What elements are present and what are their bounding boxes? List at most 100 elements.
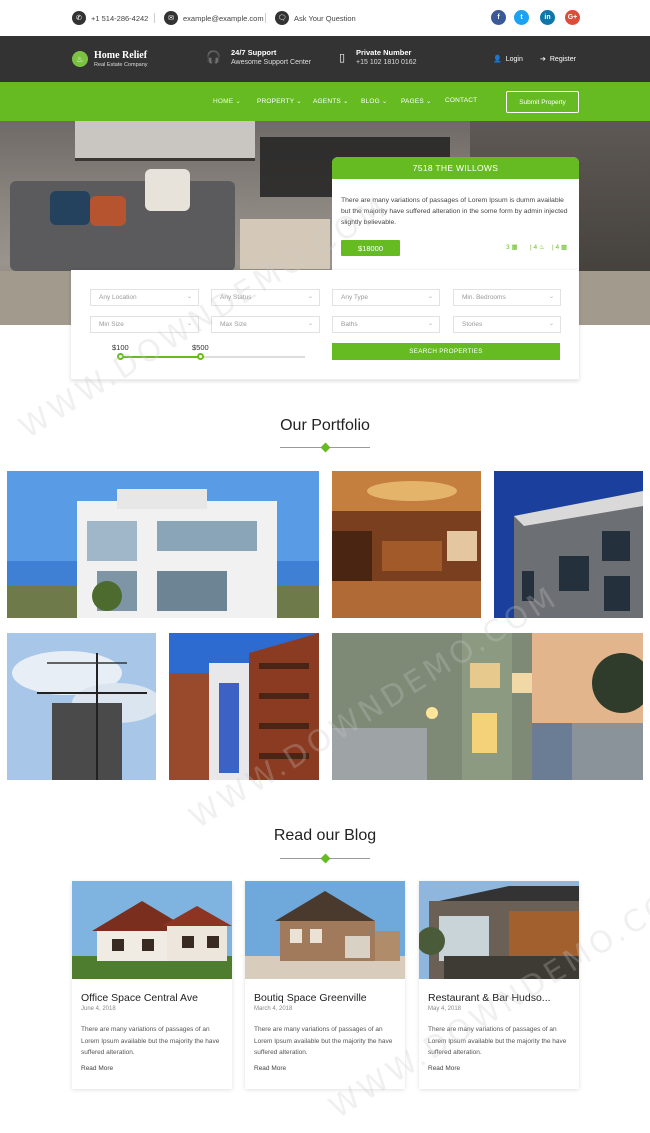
blog-post-title[interactable]: Restaurant & Bar Hudso...	[428, 992, 576, 1004]
price-range-min-handle[interactable]	[117, 353, 124, 360]
ask-question-link[interactable]: 🗨 Ask Your Question	[275, 10, 356, 26]
min-size-select[interactable]: Min Size ⌄	[90, 316, 199, 333]
featured-property-card[interactable]: 7518 THE WILLOWS There are many variatio…	[332, 157, 579, 270]
logo-title[interactable]: Home Relief	[94, 50, 147, 61]
ask-question-label: Ask Your Question	[294, 13, 356, 23]
portfolio-title: Our Portfolio	[280, 417, 370, 434]
login-link[interactable]: 👤 Login	[493, 55, 523, 64]
user-icon: 👤	[493, 56, 502, 63]
bedrooms-select[interactable]: Min. Bedrooms ⌄	[453, 289, 561, 306]
phone-contact[interactable]: ✆ +1 514-286-4242	[72, 10, 148, 26]
blog-post-excerpt: There are many variations of passages of…	[254, 1026, 393, 1056]
title-diamond	[320, 853, 331, 864]
nav-agents[interactable]: AGENTS ⌄	[313, 97, 349, 105]
chevron-down-icon: ⌄	[307, 321, 313, 327]
portfolio-image-interior-kitchen[interactable]	[332, 471, 481, 618]
property-price-button[interactable]: $18000	[341, 240, 400, 256]
type-select[interactable]: Any Type ⌄	[332, 289, 440, 306]
separator	[265, 13, 266, 23]
portfolio-image-white-villa[interactable]	[7, 471, 319, 618]
chevron-down-icon: ⌄	[186, 294, 192, 300]
status-select[interactable]: Any Status ⌄	[211, 289, 320, 306]
chevron-down-icon: ⌄	[307, 294, 313, 300]
hero-window	[75, 121, 255, 161]
chat-icon: 🗨	[275, 11, 289, 25]
sign-in-icon: ➔	[540, 56, 546, 63]
stories-select[interactable]: Stories ⌄	[453, 316, 561, 333]
nav-blog[interactable]: BLOG ⌄	[361, 97, 388, 105]
nav-home[interactable]: HOME ⌄	[213, 97, 241, 105]
register-label: Register	[549, 55, 576, 63]
baths-select[interactable]: Baths ⌄	[332, 316, 440, 333]
mobile-phone-icon: ▯	[339, 52, 346, 64]
portfolio-image-construction-cranes[interactable]	[7, 633, 156, 780]
property-title[interactable]: 7518 THE WILLOWS	[332, 157, 579, 179]
support-title: 24/7 Support	[231, 48, 277, 57]
blog-image-modern-restaurant[interactable]	[419, 881, 579, 979]
price-range-min-label: $100	[112, 343, 129, 352]
blog-card[interactable]: Office Space Central Ave June 4, 2018 Th…	[72, 881, 232, 1089]
logo-bell-icon[interactable]: ♨	[72, 51, 88, 67]
blog-post-title[interactable]: Boutiq Space Greenville	[254, 992, 402, 1004]
top-bar: ✆ +1 514-286-4242 ✉ example@example.com …	[0, 0, 650, 36]
twitter-icon[interactable]: t	[514, 10, 529, 25]
submit-property-button[interactable]: Submit Property	[506, 91, 579, 113]
read-more-link[interactable]: Read More	[81, 1065, 113, 1072]
bath-count: | 4 ♨	[530, 244, 545, 251]
private-number-value: +15 102 1810 0162	[356, 59, 417, 66]
login-label: Login	[505, 55, 523, 63]
portfolio-image-suburban-house[interactable]	[332, 633, 643, 780]
search-properties-button[interactable]: SEARCH PROPERTIES	[332, 343, 560, 360]
email-address: example@example.com	[183, 13, 264, 23]
google-plus-icon[interactable]: G+	[565, 10, 580, 25]
nav-property[interactable]: PROPERTY ⌄	[257, 97, 302, 105]
hero-sofa	[10, 181, 235, 271]
blog-post-date: March 4, 2018	[254, 1006, 293, 1012]
linkedin-icon[interactable]: in	[540, 10, 555, 25]
chevron-down-icon: ⌄	[186, 321, 192, 327]
price-range-max-label: $500	[192, 343, 209, 352]
blog-image-two-story-house[interactable]	[245, 881, 405, 979]
bath-icon: ♨	[538, 244, 545, 251]
car-icon: ▩	[560, 244, 568, 251]
register-link[interactable]: ➔ Register	[540, 55, 576, 64]
section-divider	[71, 379, 579, 380]
price-range-max-handle[interactable]	[197, 353, 204, 360]
bed-count: 3 ▦	[506, 244, 518, 251]
blog-post-excerpt: There are many variations of passages of…	[428, 1026, 567, 1056]
blog-card[interactable]: Restaurant & Bar Hudso... May 4, 2018 Th…	[419, 881, 579, 1089]
read-more-link[interactable]: Read More	[428, 1065, 460, 1072]
main-nav: HOME ⌄ PROPERTY ⌄ AGENTS ⌄ BLOG ⌄ PAGES …	[0, 82, 650, 121]
location-select[interactable]: Any Location ⌄	[90, 289, 199, 306]
blog-post-title[interactable]: Office Space Central Ave	[81, 992, 229, 1004]
price-range-fill	[120, 356, 201, 358]
chevron-down-icon: ⌄	[548, 321, 554, 327]
nav-contact[interactable]: CONTACT	[445, 97, 477, 104]
hero-cushion	[50, 191, 90, 225]
max-size-select[interactable]: Max Size ⌄	[211, 316, 320, 333]
blog-image-tudor-house[interactable]	[72, 881, 232, 979]
nav-pages[interactable]: PAGES ⌄	[401, 97, 432, 105]
blog-post-date: May 4, 2018	[428, 1006, 462, 1012]
hero-rug	[240, 219, 330, 269]
chevron-down-icon: ⌄	[548, 294, 554, 300]
support-subtitle: Awesome Support Center	[231, 59, 312, 66]
property-search-form: Any Location ⌄ Any Status ⌄ Any Type ⌄ Min.…	[71, 270, 579, 380]
envelope-icon: ✉	[164, 11, 178, 25]
blog-card[interactable]: Boutiq Space Greenville March 4, 2018 Th…	[245, 881, 405, 1089]
portfolio-image-modern-building[interactable]	[494, 471, 643, 618]
private-number-title: Private Number	[356, 48, 412, 57]
phone-number: +1 514-286-4242	[91, 13, 149, 23]
facebook-icon[interactable]: f	[491, 10, 506, 25]
blog-title: Read our Blog	[273, 827, 377, 844]
read-more-link[interactable]: Read More	[254, 1065, 286, 1072]
bed-icon: ▦	[511, 244, 518, 251]
hero-cushion	[90, 196, 126, 226]
blog-post-excerpt: There are many variations of passages of…	[81, 1026, 220, 1056]
logo-subtitle: Real Estate Company	[94, 62, 148, 68]
main-header: ♨ Home Relief Real Estate Company 🎧 24/7…	[0, 36, 650, 82]
portfolio-image-apartment-tower[interactable]	[169, 633, 319, 780]
email-contact[interactable]: ✉ example@example.com	[164, 10, 264, 26]
garage-count: | 4 ▩	[552, 244, 568, 251]
separator	[154, 13, 155, 23]
